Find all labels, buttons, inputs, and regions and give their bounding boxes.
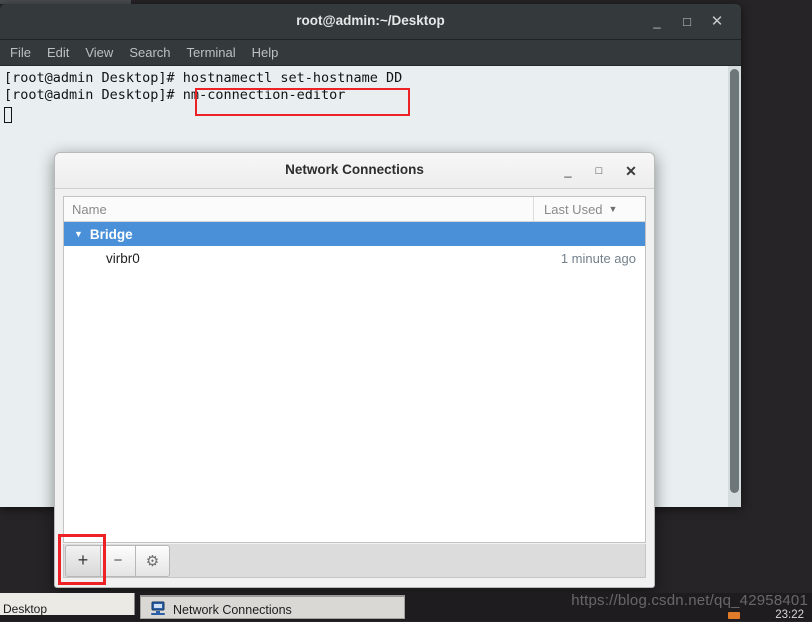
terminal-maximize-button[interactable]: □ bbox=[677, 12, 697, 32]
terminal-minimize-button[interactable]: _ bbox=[647, 12, 667, 32]
taskbar-item-label: Network Connections bbox=[173, 603, 292, 617]
column-header-last-used[interactable]: Last Used ▼ bbox=[533, 197, 645, 221]
list-item[interactable]: virbr0 1 minute ago bbox=[64, 246, 645, 271]
edit-connection-button[interactable]: ⚙ bbox=[135, 544, 170, 577]
terminal-menubar[interactable]: File Edit View Search Terminal Help bbox=[0, 40, 741, 66]
dialog-minimize-button[interactable]: _ bbox=[558, 161, 578, 181]
taskbar-desktop-label: Desktop bbox=[3, 602, 48, 616]
terminal-cursor bbox=[4, 107, 12, 123]
taskbar-clock[interactable]: 23:22 bbox=[775, 609, 804, 621]
menu-item-help[interactable]: Help bbox=[252, 45, 279, 60]
list-header-row: Name Last Used ▼ bbox=[64, 197, 645, 222]
dialog-toolbar: + − ⚙ bbox=[63, 544, 646, 578]
taskbar-item-network-connections[interactable]: Network Connections bbox=[140, 595, 405, 619]
terminal-title: root@admin:~/Desktop bbox=[296, 13, 445, 28]
terminal-titlebar[interactable]: root@admin:~/Desktop _ □ ✕ bbox=[0, 4, 741, 40]
network-icon bbox=[149, 601, 167, 617]
gear-icon: ⚙ bbox=[145, 552, 160, 570]
dialog-maximize-button[interactable]: □ bbox=[589, 161, 609, 181]
network-connections-dialog[interactable]: Network Connections _ □ ✕ Name Last Used… bbox=[54, 152, 655, 588]
connections-list[interactable]: Name Last Used ▼ ▼ Bridge virbr0 1 minut… bbox=[63, 196, 646, 543]
list-item-last-used: 1 minute ago bbox=[560, 251, 636, 266]
terminal-scrollbar-thumb[interactable] bbox=[730, 69, 739, 494]
dialog-titlebar[interactable]: Network Connections _ □ ✕ bbox=[55, 153, 654, 189]
add-button-annotation-box bbox=[58, 534, 106, 585]
list-group-row-bridge[interactable]: ▼ Bridge bbox=[64, 222, 645, 246]
menu-item-terminal[interactable]: Terminal bbox=[187, 45, 236, 60]
menu-item-edit[interactable]: Edit bbox=[47, 45, 69, 60]
desktop: root@admin:~/Desktop _ □ ✕ File Edit Vie… bbox=[0, 0, 812, 621]
column-header-last-used-label: Last Used bbox=[544, 201, 603, 217]
list-group-label: Bridge bbox=[89, 226, 133, 242]
list-item-name: virbr0 bbox=[106, 251, 140, 266]
terminal-line-1: [root@admin Desktop]# hostnamectl set-ho… bbox=[4, 70, 403, 86]
menu-item-file[interactable]: File bbox=[10, 45, 31, 60]
menu-item-search[interactable]: Search bbox=[129, 45, 170, 60]
column-header-name[interactable]: Name bbox=[64, 202, 533, 217]
dialog-close-button[interactable]: ✕ bbox=[621, 161, 641, 181]
command-annotation-box bbox=[195, 88, 410, 116]
sort-descending-icon: ▼ bbox=[608, 204, 618, 214]
taskbar[interactable]: Desktop Network Connections 23:22 bbox=[0, 593, 812, 621]
menu-item-view[interactable]: View bbox=[85, 45, 113, 60]
terminal-scrollbar[interactable] bbox=[728, 66, 741, 507]
chevron-down-icon[interactable]: ▼ bbox=[74, 229, 83, 239]
terminal-close-button[interactable]: ✕ bbox=[707, 12, 727, 32]
tray-icon[interactable] bbox=[728, 612, 740, 619]
taskbar-desktop-button[interactable]: Desktop bbox=[0, 593, 135, 616]
